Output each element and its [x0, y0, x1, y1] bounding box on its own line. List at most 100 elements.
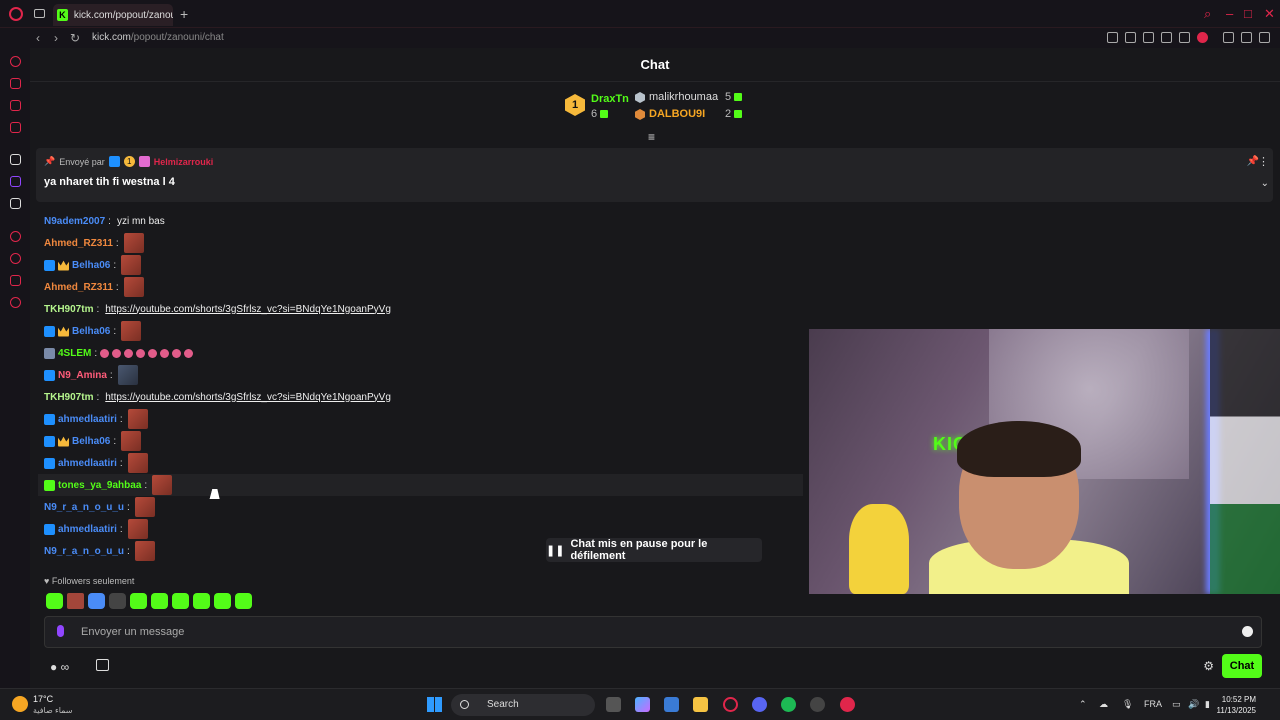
menu-icon[interactable]	[1259, 32, 1270, 43]
back-icon[interactable]: ‹	[36, 31, 40, 45]
send-chat-button[interactable]: Chat	[1222, 654, 1262, 678]
spotify-icon[interactable]	[781, 697, 796, 712]
chat-settings-icon[interactable]: ⚙	[1203, 659, 1214, 673]
quick-emote-icon[interactable]	[88, 593, 105, 609]
chevron-down-icon[interactable]: ⌄	[1261, 178, 1269, 189]
onedrive-icon[interactable]: ☁	[1099, 699, 1108, 710]
store-icon[interactable]	[96, 659, 109, 671]
chat-paused-button[interactable]: ❚❚ Chat mis en pause pour le défilement	[546, 538, 762, 562]
battery-icon[interactable]: ▮	[1205, 699, 1210, 710]
reload-icon[interactable]: ↻	[70, 31, 80, 45]
microphone-tray-icon[interactable]: 🎙	[1122, 699, 1133, 710]
quick-emote-icon[interactable]	[130, 593, 147, 609]
quick-emote-icon[interactable]	[214, 593, 231, 609]
quick-emote-icon[interactable]	[193, 593, 210, 609]
copilot-icon[interactable]	[635, 697, 650, 712]
chat-username[interactable]: 4SLEM	[58, 348, 91, 359]
quick-emote-icon[interactable]	[151, 593, 168, 609]
message-input[interactable]: Envoyer un message	[44, 616, 1262, 648]
adblock-icon[interactable]	[1161, 32, 1172, 43]
steam-icon[interactable]	[810, 697, 825, 712]
m-icon[interactable]	[10, 122, 21, 133]
emote-icon	[121, 255, 142, 275]
x-twitter-icon[interactable]	[10, 198, 21, 209]
kick-sidebar-icon[interactable]	[10, 154, 21, 165]
leader-3-name[interactable]: DALBOU9I	[649, 108, 705, 120]
quick-emote-icon[interactable]	[109, 593, 126, 609]
chat-username[interactable]: ahmedlaatiri	[58, 524, 117, 535]
quick-emote-icon[interactable]	[235, 593, 252, 609]
browser-tab[interactable]: K kick.com/popout/zanouni	[53, 4, 173, 26]
more-options-icon[interactable]: ⋮	[1258, 155, 1269, 168]
search-tabs-icon[interactable]: ⌕	[1204, 6, 1211, 22]
gift-icon	[734, 110, 743, 119]
chat-username[interactable]: Belha06	[72, 260, 110, 271]
quick-emote-icon[interactable]	[172, 593, 189, 609]
start-button-icon[interactable]	[427, 697, 442, 712]
mic-icon[interactable]	[57, 625, 64, 637]
task-view-icon[interactable]	[606, 697, 621, 712]
opera-gx-icon[interactable]	[840, 697, 855, 712]
forward-icon[interactable]: ›	[54, 31, 58, 45]
chat-username[interactable]: Ahmed_RZ311	[44, 282, 113, 293]
network-icon[interactable]: ▭	[1172, 699, 1181, 710]
quick-emote-icon[interactable]	[67, 593, 84, 609]
minimize-icon[interactable]: –	[1226, 6, 1233, 21]
player-sidebar-icon[interactable]	[10, 231, 21, 242]
bag-icon[interactable]	[10, 78, 21, 89]
url-field[interactable]: kick.com/popout/zanouni/chat	[92, 32, 224, 43]
chat-username[interactable]: Belha06	[72, 326, 110, 337]
chat-link[interactable]: https://youtube.com/shorts/3gSfrlsz_vc?s…	[105, 392, 391, 403]
download-icon[interactable]	[1241, 32, 1252, 43]
settings-sidebar-icon[interactable]	[10, 297, 21, 308]
leader-1-name[interactable]: DraxTn	[591, 93, 629, 105]
emoji-icon	[172, 348, 182, 358]
history-icon[interactable]	[10, 253, 21, 264]
opera-app-icon[interactable]	[723, 697, 738, 712]
tabs-overview-icon[interactable]	[34, 9, 45, 18]
twitch-icon[interactable]	[10, 176, 21, 187]
snapshot-icon[interactable]	[1143, 32, 1154, 43]
volume-icon[interactable]: 🔊	[1188, 699, 1199, 710]
discord-icon[interactable]	[752, 697, 767, 712]
weather-icon[interactable]	[12, 696, 28, 712]
address-bar: ‹ › ↻ kick.com/popout/zanouni/chat	[0, 28, 1280, 48]
chat-username[interactable]: Ahmed_RZ311	[44, 238, 113, 249]
message-placeholder: Envoyer un message	[81, 626, 185, 638]
pin-page-icon[interactable]	[1125, 32, 1136, 43]
chat-username[interactable]: N9_Amina	[58, 370, 107, 381]
emoji-picker-icon[interactable]	[1242, 626, 1253, 637]
close-icon[interactable]: ✕	[1264, 6, 1275, 22]
player-icon[interactable]	[1179, 32, 1190, 43]
new-tab-icon[interactable]: +	[180, 6, 188, 22]
pinned-username[interactable]: Helmizarrouki	[154, 157, 214, 167]
chat-username[interactable]: TKH907tm	[44, 304, 93, 315]
language-indicator[interactable]: FRA	[1144, 699, 1162, 709]
opera-logo-icon[interactable]	[9, 7, 23, 21]
chat-username[interactable]: ahmedlaatiri	[58, 458, 117, 469]
taskbar-search[interactable]: Search	[451, 694, 595, 716]
chat-username[interactable]: N9adem2007	[44, 216, 105, 227]
chat-username[interactable]: Belha06	[72, 436, 110, 447]
system-clock[interactable]: 10:52 PM 11/13/2025	[1217, 694, 1256, 716]
chat-username[interactable]: TKH907tm	[44, 392, 93, 403]
collapse-leaderboard-icon[interactable]: ≡	[648, 130, 655, 144]
chat-username[interactable]: N9_r_a_n_o_u_u	[44, 502, 124, 513]
chat-username[interactable]: tones_ya_9ahbaa	[58, 480, 141, 491]
quick-emote-icon[interactable]	[46, 593, 63, 609]
tray-chevron-icon[interactable]: ⌃	[1079, 699, 1087, 710]
heart-icon[interactable]	[1197, 32, 1208, 43]
leader-2-name[interactable]: malikrhoumaa	[649, 91, 718, 103]
extensions-icon[interactable]	[10, 275, 21, 286]
account-icon[interactable]	[1223, 32, 1234, 43]
file-explorer-icon[interactable]	[693, 697, 708, 712]
maximize-icon[interactable]: □	[1244, 6, 1252, 21]
messenger-icon[interactable]	[10, 100, 21, 111]
chat-link[interactable]: https://youtube.com/shorts/3gSfrlsz_vc?s…	[105, 304, 391, 315]
chat-username[interactable]: N9_r_a_n_o_u_u	[44, 546, 124, 557]
points-infinity-icon[interactable]: ● ∞	[50, 660, 69, 674]
chat-username[interactable]: ahmedlaatiri	[58, 414, 117, 425]
store-app-icon[interactable]	[664, 697, 679, 712]
zoom-icon[interactable]	[1107, 32, 1118, 43]
aria-icon[interactable]	[10, 56, 21, 67]
